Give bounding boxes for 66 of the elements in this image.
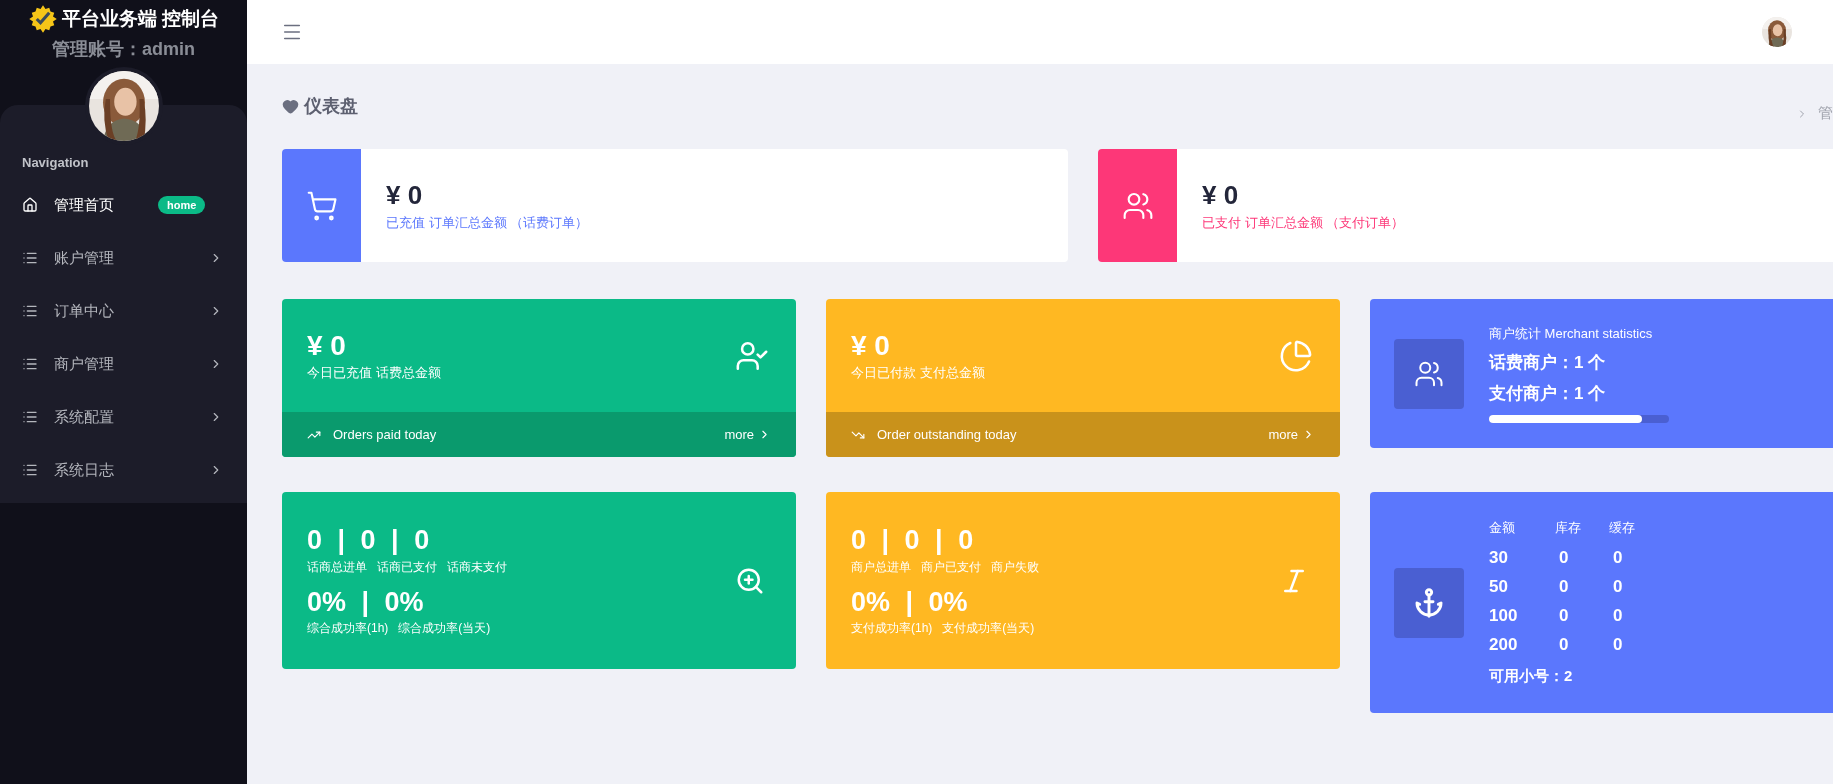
count-label: 商户已支付 — [921, 558, 981, 576]
caption: 今日已付款 支付总金额 — [851, 364, 985, 383]
account-label: 管理账号：admin — [52, 38, 195, 61]
column-header: 缓存 — [1609, 518, 1636, 537]
pie-chart-icon — [1279, 338, 1313, 373]
list-icon — [22, 303, 38, 319]
footer-label: Orders paid today — [333, 425, 437, 444]
column-header: 库存 — [1555, 518, 1582, 537]
caption: 已支付 订单汇总金额 （支付订单） — [1202, 214, 1405, 232]
table-cell-text: 0 — [1558, 547, 1570, 569]
footer-label: Order outstanding today — [877, 425, 1017, 444]
table-cell-text: 0 — [1558, 576, 1570, 598]
nav-item[interactable]: 订单中心 — [0, 284, 247, 338]
table-cell-text: 0 — [1612, 634, 1624, 656]
nav-item[interactable]: 账户管理 — [0, 231, 247, 285]
available-count: 可用小号：2 — [1489, 666, 1574, 686]
column-header: 金额 — [1489, 518, 1516, 537]
count-label: 商户总进单 — [851, 558, 911, 576]
counts: 0 | 0 | 0 — [851, 523, 975, 557]
rate-label: 综合成功率(1h) — [307, 620, 389, 638]
table-cell-text: 0 — [1612, 547, 1624, 569]
more-link[interactable]: more — [724, 424, 771, 445]
list-icon — [22, 356, 38, 372]
count-label: 话商未支付 — [447, 558, 507, 576]
merchant-count: 话费商户：1 个 — [1489, 351, 1607, 374]
table-cell-text: 100 — [1489, 605, 1519, 627]
caption: 今日已充值 话费总金额 — [307, 364, 441, 383]
amount: ¥ 0 — [1202, 178, 1240, 211]
merchant-count: 支付商户：1 个 — [1489, 383, 1607, 406]
table-cell-text: 0 — [1612, 605, 1624, 627]
home-icon — [22, 197, 38, 213]
section-label: Navigation — [22, 154, 89, 172]
count-label: 商户失败 — [991, 558, 1039, 576]
list-icon — [22, 409, 38, 425]
table-cell-text: 200 — [1489, 634, 1519, 656]
rate-label: 综合成功率(当天) — [398, 620, 491, 638]
table-cell-text: 50 — [1489, 576, 1509, 598]
amount: ¥ 0 — [851, 329, 891, 364]
table-cell-text: 0 — [1558, 605, 1570, 627]
amount: ¥ 0 — [386, 178, 424, 211]
count-label: 话商总进单 — [307, 558, 367, 576]
page-title: 仪表盘 — [304, 95, 358, 118]
list-icon — [22, 462, 38, 478]
list-icon — [22, 250, 38, 266]
table-cell-text: 0 — [1612, 576, 1624, 598]
rate-label: 支付成功率(1h) — [851, 620, 933, 638]
table-cell-text: 30 — [1489, 547, 1509, 569]
table-cell-text: 0 — [1558, 634, 1570, 656]
merchant-title: 商户统计 Merchant statistics — [1489, 325, 1654, 344]
app-title: 平台业务端 控制台 — [61, 6, 220, 31]
rates: 0% | 0% — [307, 585, 425, 619]
nav-item[interactable]: 系统日志 — [0, 443, 247, 497]
rates: 0% | 0% — [851, 585, 969, 619]
rate-label: 支付成功率(当天) — [942, 620, 1035, 638]
caption: 已充值 订单汇总金额 （话费订单） — [386, 214, 589, 232]
heart-icon — [282, 98, 299, 115]
nav-item[interactable]: 商户管理 — [0, 337, 247, 391]
gear-check-icon — [27, 4, 58, 34]
counts: 0 | 0 | 0 — [307, 523, 431, 557]
count-label: 话商已支付 — [377, 558, 437, 576]
nav-item[interactable]: 管理首页 home — [0, 178, 247, 232]
cart-icon — [305, 189, 338, 222]
nav-badge: home — [158, 195, 206, 215]
amount: ¥ 0 — [307, 329, 347, 364]
nav-item[interactable]: 系统配置 — [0, 390, 247, 444]
anchor-icon — [1413, 586, 1445, 619]
